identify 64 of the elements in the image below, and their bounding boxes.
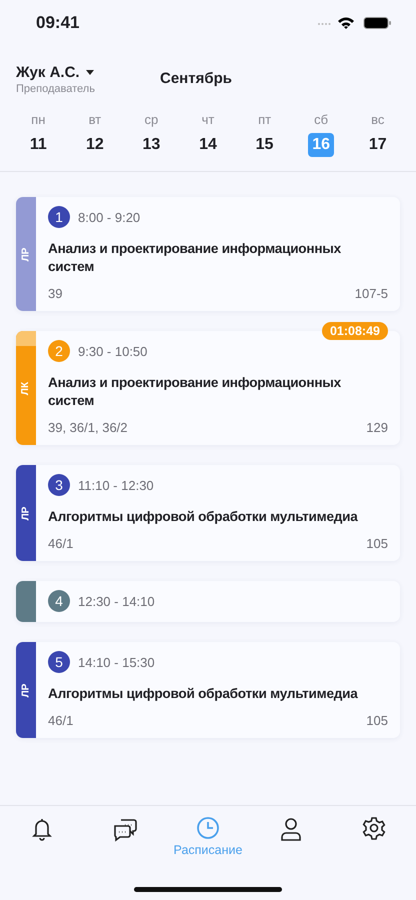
lesson-time: 8:00 - 9:20 bbox=[78, 210, 140, 224]
weekday-label: ср bbox=[144, 112, 158, 127]
lesson-groups: 39, 36/1, 36/2 bbox=[48, 420, 128, 435]
lesson-room: 105 bbox=[366, 713, 388, 728]
day-tab[interactable]: вт 12 bbox=[66, 112, 124, 157]
clock-icon bbox=[196, 816, 220, 840]
weekday-label: пт bbox=[258, 112, 272, 127]
wifi-icon bbox=[338, 18, 354, 29]
day-tab[interactable]: пн 11 bbox=[10, 112, 67, 157]
lesson-groups: 46/1 bbox=[48, 536, 74, 551]
lesson-type: ЛР bbox=[20, 506, 32, 520]
weekday-label: вс bbox=[371, 112, 384, 127]
lesson-room: 107-5 bbox=[354, 286, 388, 301]
lesson-card[interactable]: ЛР 5 14:10 - 15:30 Алгоритмы цифровой обработки мультимедиа 46/1 105 bbox=[16, 642, 400, 738]
day-date: 16 bbox=[308, 133, 334, 157]
chat-icon bbox=[112, 816, 138, 842]
lesson-number: 4 bbox=[48, 590, 70, 612]
weekday-label: чт bbox=[202, 112, 214, 127]
lesson-groups: 46/1 bbox=[48, 713, 74, 728]
lesson-number: 2 bbox=[48, 340, 70, 362]
progress-segment bbox=[16, 331, 36, 346]
lesson-title: Алгоритмы цифровой обработки мультимедиа bbox=[48, 685, 359, 703]
day-date: 17 bbox=[368, 135, 388, 155]
lesson-number: 3 bbox=[48, 474, 70, 496]
day-tab[interactable]: пт 15 bbox=[236, 112, 293, 157]
battery-icon bbox=[364, 17, 391, 29]
user-role: Преподаватель bbox=[16, 83, 96, 95]
countdown-badge: 01:08:49 bbox=[322, 322, 388, 340]
day-date: 11 bbox=[28, 135, 48, 155]
day-tab[interactable]: чт 14 bbox=[180, 112, 236, 157]
lesson-title: Алгоритмы цифровой обработки мультимедиа bbox=[48, 508, 359, 526]
bell-icon bbox=[30, 816, 54, 842]
lesson-groups: 39 bbox=[48, 286, 62, 301]
lesson-card[interactable]: ЛР 3 11:10 - 12:30 Алгоритмы цифровой обработки мультимедиа 46/1 105 bbox=[16, 465, 400, 561]
lesson-card[interactable]: ЛР 1 8:00 - 9:20 Анализ и проектирование информационных систем 39 107-5 bbox=[16, 197, 400, 311]
weekday-label: пн bbox=[31, 112, 46, 127]
lesson-number: 1 bbox=[48, 206, 70, 228]
caret-icon bbox=[86, 70, 94, 75]
break-card[interactable]: 4 12:30 - 14:10 bbox=[16, 581, 400, 622]
lesson-number: 5 bbox=[48, 651, 70, 673]
day-tab[interactable]: вс 17 bbox=[349, 112, 406, 157]
day-date: 13 bbox=[142, 135, 162, 155]
user-icon bbox=[279, 816, 304, 842]
lesson-room: 105 bbox=[366, 536, 388, 551]
lesson-time: 11:10 - 12:30 bbox=[78, 478, 154, 492]
settings-icon bbox=[362, 816, 386, 840]
lesson-title: Анализ и проектирование информационных систем bbox=[48, 240, 342, 276]
day-date: 14 bbox=[198, 135, 218, 155]
day-tab[interactable]: ср 13 bbox=[123, 112, 180, 157]
day-date: 12 bbox=[84, 135, 105, 155]
lesson-title: Анализ и проектирование информационных систем bbox=[48, 374, 342, 410]
weekday-label: сб bbox=[314, 112, 328, 127]
day-date: 15 bbox=[254, 135, 274, 155]
user-selector[interactable]: Жук А.С. bbox=[16, 64, 160, 81]
lesson-type: ЛР bbox=[20, 683, 32, 697]
lesson-time: 14:10 - 15:30 bbox=[78, 654, 155, 670]
lesson-type: ЛР bbox=[20, 247, 32, 261]
weekday-label: вт bbox=[88, 112, 102, 127]
status-time: 09:41 bbox=[36, 13, 80, 33]
month-title: Сентябрь bbox=[160, 70, 232, 87]
lesson-time: 9:30 - 10:50 bbox=[78, 344, 148, 358]
lesson-room: 129 bbox=[366, 420, 388, 435]
lesson-time: 12:30 - 14:10 bbox=[78, 594, 155, 608]
lesson-type: ЛК bbox=[20, 381, 32, 395]
